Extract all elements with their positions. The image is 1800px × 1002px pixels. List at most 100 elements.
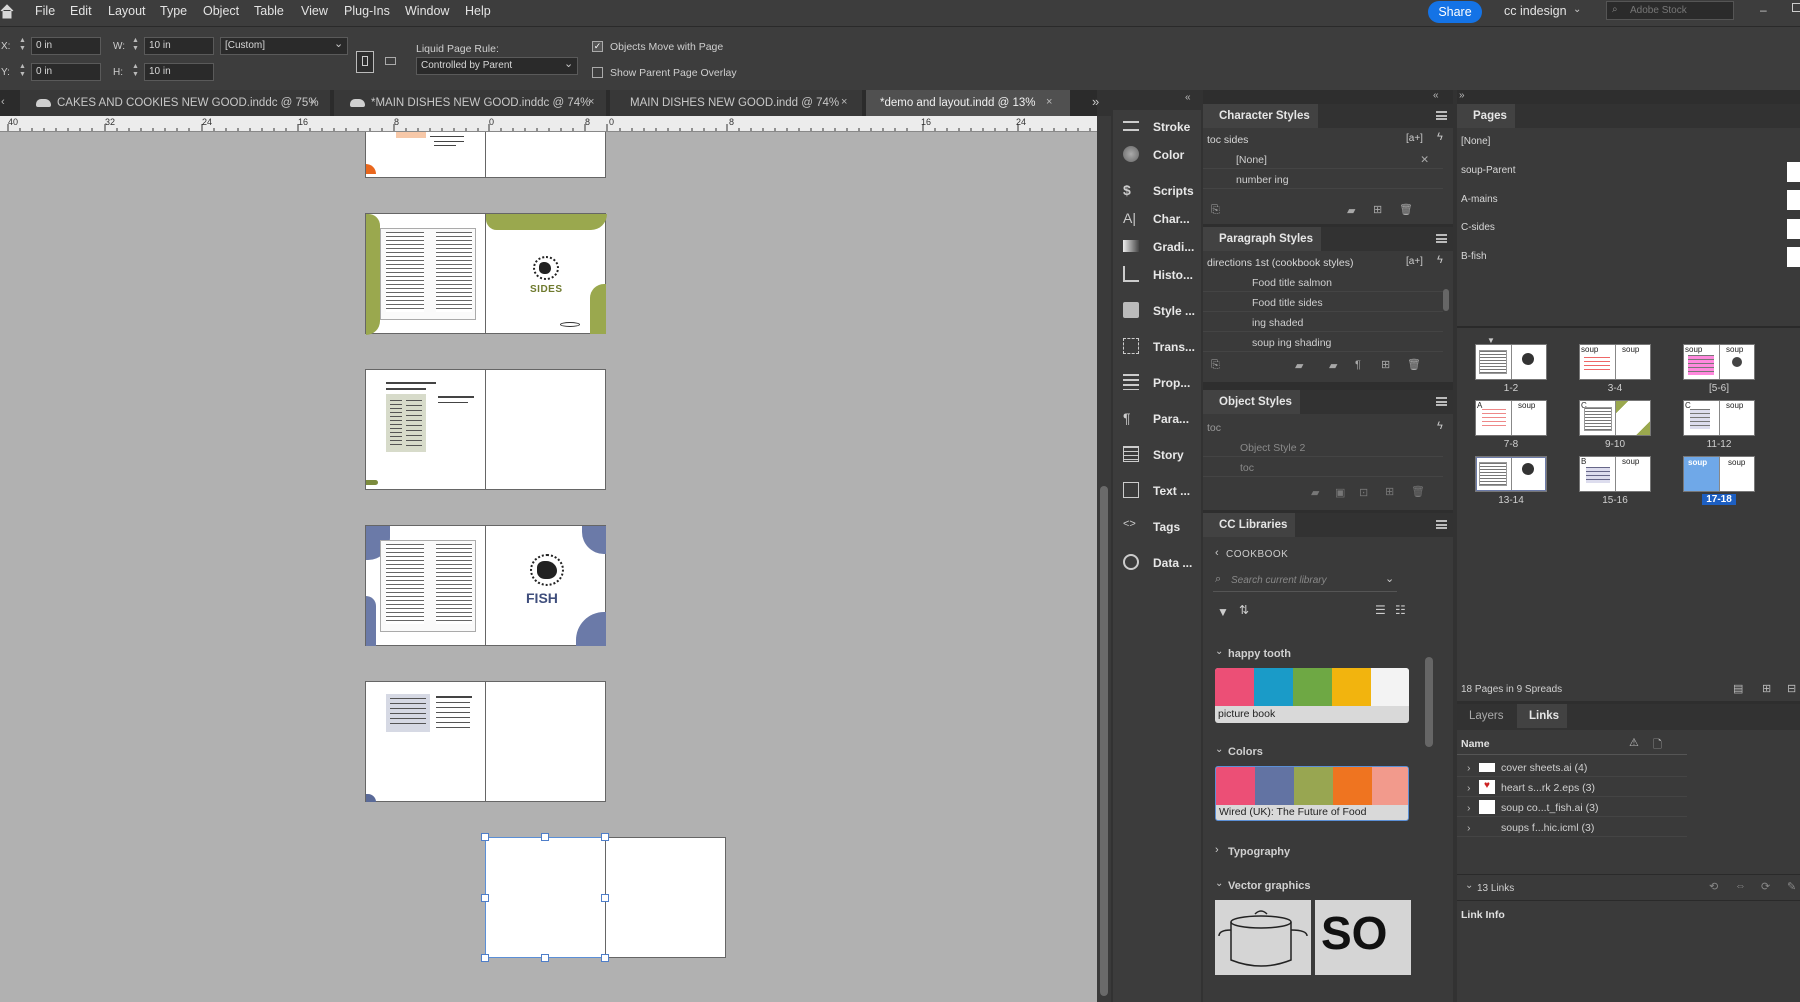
- grid-view-icon[interactable]: ☷: [1395, 603, 1406, 617]
- menu-view[interactable]: View: [301, 4, 328, 18]
- collapse-dock-icon[interactable]: «: [1185, 92, 1191, 103]
- panel-divider[interactable]: [1457, 326, 1800, 328]
- h-stepper[interactable]: ▲ ▼: [130, 63, 141, 81]
- page-left[interactable]: [365, 369, 486, 490]
- horizontal-ruler[interactable]: 40 32 24 16 8 0 8 0 8 16 24: [0, 116, 1097, 132]
- sort-icon[interactable]: ⇅: [1239, 603, 1249, 617]
- lightning-icon[interactable]: ϟ: [1437, 254, 1443, 266]
- group-happy-tooth[interactable]: happy tooth: [1228, 648, 1291, 660]
- dock-text-wrap[interactable]: Text ...: [1117, 476, 1201, 504]
- menu-edit[interactable]: Edit: [70, 4, 92, 18]
- folder-icon[interactable]: ▰: [1311, 486, 1319, 499]
- master-b-fish[interactable]: B-fish: [1461, 251, 1487, 262]
- pages-tab[interactable]: Pages: [1457, 104, 1515, 128]
- chevron-down-icon[interactable]: ⌄: [1215, 878, 1223, 889]
- dock-character[interactable]: A| Char...: [1117, 204, 1201, 232]
- page-preset-select[interactable]: [Custom]: [220, 37, 348, 55]
- menu-plugins[interactable]: Plug-Ins: [344, 4, 390, 18]
- collapse-icon[interactable]: «: [1433, 90, 1439, 101]
- list-scrollbar[interactable]: [1443, 275, 1449, 349]
- master-none[interactable]: [None]: [1461, 136, 1490, 147]
- cc-libraries-tab[interactable]: CC Libraries: [1203, 513, 1296, 537]
- dock-story[interactable]: Story: [1117, 440, 1201, 468]
- page-column-icon[interactable]: 🗋: [1653, 736, 1662, 755]
- delete-icon[interactable]: 🗑: [1407, 358, 1421, 371]
- vector-graphic-text[interactable]: SO: [1315, 900, 1411, 975]
- clear-override-icon[interactable]: ⊡: [1359, 486, 1368, 499]
- chevron-down-icon[interactable]: ⌄: [334, 37, 343, 50]
- stock-search[interactable]: ⌕ Adobe Stock: [1606, 1, 1734, 20]
- update-link-icon[interactable]: ⟳: [1761, 880, 1770, 893]
- delete-icon[interactable]: 🗑: [1411, 485, 1425, 498]
- master-thumbnail[interactable]: [1787, 190, 1800, 210]
- chevron-down-icon[interactable]: ⌄: [1385, 572, 1394, 585]
- clear-override-icon[interactable]: ✕: [1420, 154, 1429, 166]
- lightning-icon[interactable]: ϟ: [1437, 131, 1443, 143]
- page-right[interactable]: [485, 681, 606, 802]
- load-styles-icon[interactable]: ⎘: [1211, 204, 1220, 217]
- new-style-from-selection-icon[interactable]: [a+]: [1406, 256, 1423, 267]
- menu-window[interactable]: Window: [405, 4, 449, 18]
- lightning-icon[interactable]: ϟ: [1437, 420, 1443, 432]
- dock-history[interactable]: Histo...: [1117, 260, 1201, 288]
- library-search-input[interactable]: ⌕ Search current library ⌄: [1213, 570, 1397, 592]
- chevron-right-icon[interactable]: ›: [1467, 802, 1471, 814]
- link-info-heading[interactable]: Link Info: [1461, 909, 1505, 921]
- portrait-orientation-icon[interactable]: [356, 51, 374, 73]
- spread-13-14[interactable]: [1475, 456, 1547, 492]
- add-icon[interactable]: ⊞: [1381, 358, 1390, 371]
- add-icon[interactable]: ⊞: [1373, 203, 1382, 216]
- folder-icon[interactable]: ▰: [1329, 359, 1337, 372]
- page-left[interactable]: [365, 681, 486, 802]
- master-thumbnail[interactable]: [1787, 162, 1800, 182]
- page-left[interactable]: [485, 837, 606, 958]
- spread-7-8[interactable]: Asoup: [1475, 400, 1547, 436]
- link-row[interactable]: › soups f...hic.icml (3): [1457, 818, 1687, 837]
- w-field[interactable]: 10 in: [144, 37, 214, 55]
- spread-1-2[interactable]: [1475, 344, 1547, 380]
- folder-icon[interactable]: ▰: [1295, 359, 1303, 372]
- page-left[interactable]: [365, 132, 486, 178]
- list-item[interactable]: Object Style 2: [1203, 438, 1443, 457]
- canvas-scrollbar[interactable]: [1097, 116, 1111, 1002]
- document-canvas[interactable]: SIDES FISH: [0, 132, 1097, 1002]
- list-item[interactable]: toc: [1203, 458, 1443, 477]
- page-right[interactable]: SIDES: [485, 213, 607, 334]
- page-right[interactable]: FISH: [485, 525, 606, 646]
- dock-scripts[interactable]: $ Scripts: [1117, 176, 1201, 204]
- object-styles-tab[interactable]: Object Styles: [1203, 390, 1300, 414]
- menu-type[interactable]: Type: [160, 4, 187, 18]
- maximize-icon[interactable]: [1792, 3, 1800, 12]
- tabs-overflow-icon[interactable]: »: [1092, 94, 1099, 109]
- selection-handle[interactable]: [541, 954, 549, 962]
- paragraph-styles-tab[interactable]: Paragraph Styles: [1203, 227, 1321, 251]
- close-icon[interactable]: ×: [841, 96, 847, 108]
- x-field[interactable]: 0 in: [31, 37, 101, 55]
- group-typography[interactable]: Typography: [1228, 846, 1290, 858]
- chevron-right-icon[interactable]: ›: [1467, 782, 1471, 794]
- page-left[interactable]: [365, 213, 486, 335]
- objects-move-checkbox[interactable]: ✓: [592, 41, 603, 52]
- menu-help[interactable]: Help: [465, 4, 491, 18]
- page-right[interactable]: [485, 369, 606, 490]
- tab-main-dishes-local[interactable]: MAIN DISHES NEW GOOD.indd @ 74% ×: [610, 90, 862, 116]
- new-style-from-selection-icon[interactable]: [a+]: [1406, 133, 1423, 144]
- dock-data-merge[interactable]: Data ...: [1117, 548, 1201, 576]
- dock-gradient[interactable]: Gradi...: [1117, 232, 1201, 260]
- new-page-icon[interactable]: ⊞: [1762, 682, 1771, 695]
- home-icon[interactable]: [0, 3, 14, 19]
- menu-object[interactable]: Object: [203, 4, 239, 18]
- spread-17-18[interactable]: soup soup: [1683, 456, 1755, 492]
- tabs-scroll-left-icon[interactable]: ‹: [1, 96, 5, 108]
- chevron-down-icon[interactable]: ⌄: [1215, 744, 1223, 755]
- dock-properties[interactable]: Prop...: [1117, 368, 1201, 396]
- master-thumbnail[interactable]: [1787, 247, 1800, 267]
- panel-menu-icon[interactable]: [1436, 397, 1447, 406]
- w-stepper[interactable]: ▲ ▼: [130, 37, 141, 55]
- tab-demo-and-layout[interactable]: *demo and layout.indd @ 13% ×: [866, 90, 1070, 116]
- dock-stroke[interactable]: Stroke: [1117, 112, 1201, 140]
- spread-9-10[interactable]: C: [1579, 400, 1651, 436]
- character-styles-tab[interactable]: Character Styles: [1203, 104, 1318, 128]
- relink-icon[interactable]: ⟲: [1709, 880, 1718, 893]
- master-a-mains[interactable]: A-mains: [1461, 194, 1498, 205]
